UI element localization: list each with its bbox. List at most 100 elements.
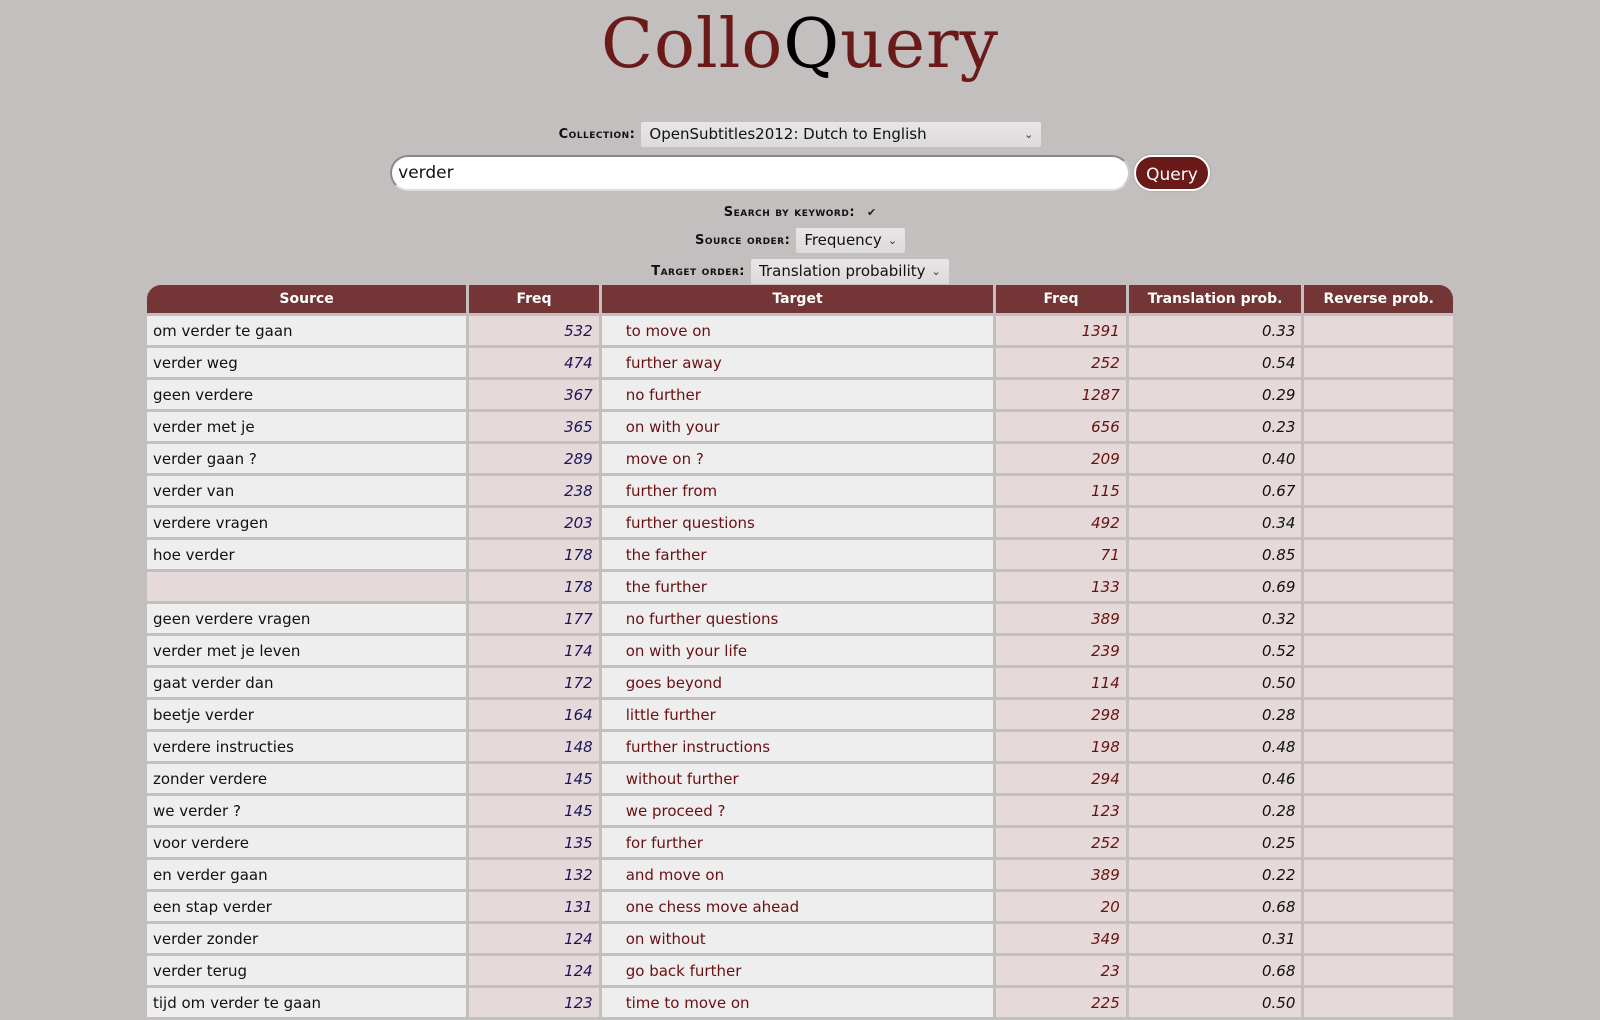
source-cell[interactable]: en verder gaan	[147, 860, 467, 889]
source-cell[interactable]: om verder te gaan	[147, 316, 467, 345]
target-cell[interactable]: on without	[601, 924, 994, 953]
table-row: 178 the further 133 0.69	[147, 572, 1453, 601]
target-cell[interactable]: move on ?	[601, 444, 994, 473]
target-cell[interactable]: further questions	[601, 508, 994, 537]
source-freq-cell: 238	[469, 476, 599, 505]
results-table-wrapper: Source Freq Target Freq Translation prob…	[147, 285, 1459, 1020]
source-cell[interactable]: verder van	[147, 476, 467, 505]
source-cell[interactable]: verder zonder	[147, 924, 467, 953]
source-cell[interactable]: verdere vragen	[147, 508, 467, 537]
source-cell[interactable]: een stap verder	[147, 892, 467, 921]
table-row: we verder ? 145 we proceed ? 123 0.28	[147, 796, 1453, 825]
target-freq-cell: 492	[996, 508, 1126, 537]
header-source[interactable]: Source	[147, 285, 467, 313]
table-row: een stap verder 131 one chess move ahead 20…	[147, 892, 1453, 921]
table-row: verder met je 365 on with your 656 0.23	[147, 412, 1453, 441]
target-freq-cell: 209	[996, 444, 1126, 473]
search-row: verder Query	[0, 153, 1600, 193]
source-cell[interactable]: verder met je	[147, 412, 467, 441]
header-source-freq[interactable]: Freq	[469, 285, 599, 313]
source-freq-cell: 124	[469, 956, 599, 985]
target-order-label: Target order:	[651, 263, 746, 279]
source-freq-cell: 367	[469, 380, 599, 409]
source-freq-cell: 132	[469, 860, 599, 889]
source-cell[interactable]: verder terug	[147, 956, 467, 985]
target-cell[interactable]: to move on	[601, 316, 994, 345]
translation-prob-cell: 0.22	[1128, 860, 1302, 889]
target-cell[interactable]: little further	[601, 700, 994, 729]
source-cell[interactable]: gaat verder dan	[147, 668, 467, 697]
source-cell[interactable]: zonder verdere	[147, 764, 467, 793]
target-freq-cell: 115	[996, 476, 1126, 505]
source-cell[interactable]: verder weg	[147, 348, 467, 377]
target-cell[interactable]: one chess move ahead	[601, 892, 994, 921]
table-body: om verder te gaan 532 to move on 1391 0.33 ve…	[147, 316, 1453, 1017]
target-cell[interactable]: further instructions	[601, 732, 994, 761]
translation-prob-cell: 0.52	[1128, 636, 1302, 665]
target-cell[interactable]: no further	[601, 380, 994, 409]
target-cell[interactable]: on with your	[601, 412, 994, 441]
target-freq-cell: 656	[996, 412, 1126, 441]
reverse-prob-cell	[1304, 412, 1453, 441]
source-cell[interactable]: voor verdere	[147, 828, 467, 857]
translation-prob-cell: 0.25	[1128, 828, 1302, 857]
target-cell[interactable]: the farther	[601, 540, 994, 569]
source-order-value: Frequency	[804, 230, 882, 249]
reverse-prob-cell	[1304, 764, 1453, 793]
table-row: geen verdere 367 no further 1287 0.29	[147, 380, 1453, 409]
reverse-prob-cell	[1304, 572, 1453, 601]
target-cell[interactable]: we proceed ?	[601, 796, 994, 825]
target-cell[interactable]: for further	[601, 828, 994, 857]
header-translation-prob[interactable]: Translation prob.	[1128, 285, 1302, 313]
target-cell[interactable]: the further	[601, 572, 994, 601]
header-reverse-prob[interactable]: Reverse prob.	[1304, 285, 1453, 313]
reverse-prob-cell	[1304, 476, 1453, 505]
reverse-prob-cell	[1304, 316, 1453, 345]
keyword-checkbox[interactable]: ✔	[867, 206, 876, 219]
target-order-select[interactable]: Translation probability ⌄	[751, 258, 949, 284]
source-cell[interactable]: verder met je leven	[147, 636, 467, 665]
table-row: verdere vragen 203 further questions 492 0.3…	[147, 508, 1453, 537]
reverse-prob-cell	[1304, 700, 1453, 729]
target-cell[interactable]: further away	[601, 348, 994, 377]
target-cell[interactable]: on with your life	[601, 636, 994, 665]
target-cell[interactable]: further from	[601, 476, 994, 505]
translation-prob-cell: 0.54	[1128, 348, 1302, 377]
target-cell[interactable]: go back further	[601, 956, 994, 985]
target-cell[interactable]: goes beyond	[601, 668, 994, 697]
collection-select[interactable]: OpenSubtitles2012: Dutch to English ⌄	[641, 121, 1042, 147]
source-cell[interactable]: hoe verder	[147, 540, 467, 569]
source-cell[interactable]	[147, 572, 467, 601]
source-freq-cell: 145	[469, 796, 599, 825]
header-target-freq[interactable]: Freq	[996, 285, 1126, 313]
target-cell[interactable]: no further questions	[601, 604, 994, 633]
table-row: verder van 238 further from 115 0.67	[147, 476, 1453, 505]
source-cell[interactable]: verdere instructies	[147, 732, 467, 761]
target-freq-cell: 389	[996, 604, 1126, 633]
source-freq-cell: 474	[469, 348, 599, 377]
query-button[interactable]: Query	[1134, 155, 1210, 191]
reverse-prob-cell	[1304, 540, 1453, 569]
reverse-prob-cell	[1304, 796, 1453, 825]
table-row: verdere instructies 148 further instructio…	[147, 732, 1453, 761]
target-cell[interactable]: without further	[601, 764, 994, 793]
table-row: om verder te gaan 532 to move on 1391 0.33	[147, 316, 1453, 345]
collection-value: OpenSubtitles2012: Dutch to English	[649, 124, 927, 143]
source-order-select[interactable]: Frequency ⌄	[796, 227, 906, 253]
source-freq-cell: 365	[469, 412, 599, 441]
source-cell[interactable]: geen verdere	[147, 380, 467, 409]
table-row: en verder gaan 132 and move on 389 0.22	[147, 860, 1453, 889]
source-cell[interactable]: we verder ?	[147, 796, 467, 825]
search-input[interactable]: verder	[390, 155, 1131, 191]
header-target[interactable]: Target	[601, 285, 994, 313]
translation-prob-cell: 0.68	[1128, 956, 1302, 985]
target-cell[interactable]: and move on	[601, 860, 994, 889]
source-cell[interactable]: geen verdere vragen	[147, 604, 467, 633]
target-freq-cell: 133	[996, 572, 1126, 601]
source-cell[interactable]: beetje verder	[147, 700, 467, 729]
target-freq-cell: 252	[996, 828, 1126, 857]
translation-prob-cell: 0.48	[1128, 732, 1302, 761]
reverse-prob-cell	[1304, 956, 1453, 985]
source-cell[interactable]: verder gaan ?	[147, 444, 467, 473]
translation-prob-cell: 0.85	[1128, 540, 1302, 569]
